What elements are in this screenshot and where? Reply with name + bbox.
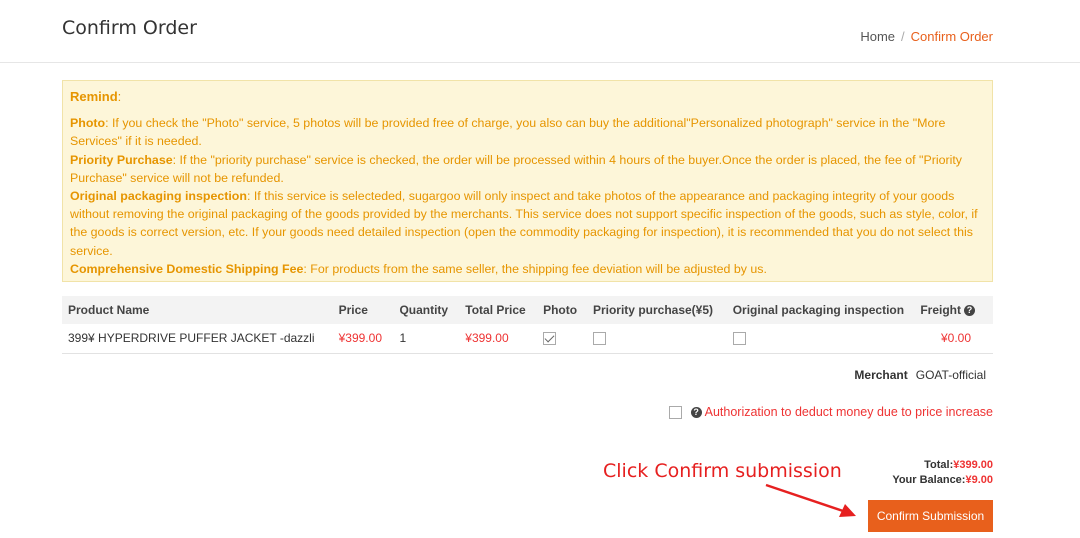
merchant-value: GOAT-official [915, 368, 986, 382]
authorization-checkbox[interactable] [668, 405, 682, 419]
confirm-submission-button[interactable]: Confirm Submission [868, 500, 993, 532]
product-price: ¥399.00 [332, 324, 394, 354]
col-original-packaging: Original packaging inspection [732, 303, 905, 317]
col-total-price: Total Price [465, 303, 526, 317]
table-header-row: Product Name Price Quantity Total Price … [62, 296, 993, 324]
col-price: Price [338, 303, 368, 317]
page-title: Confirm Order [62, 17, 197, 39]
merchant-label: Merchant [854, 368, 908, 382]
red-arrow-icon [765, 483, 856, 517]
col-photo: Photo [543, 303, 578, 317]
remind-title: Remind: [70, 89, 122, 104]
balance-value: ¥9.00 [965, 474, 993, 486]
product-name[interactable]: 399¥ HYPERDRIVE PUFFER JACKET -dazzli [62, 324, 333, 354]
breadcrumb: Home / Confirm Order [860, 29, 993, 44]
photo-checkbox[interactable] [543, 332, 557, 346]
col-product-name: Product Name [68, 303, 150, 317]
original-packaging-checkbox[interactable] [732, 332, 746, 346]
page-header: Confirm Order Home / Confirm Order [0, 0, 1080, 63]
total-line: Total:¥399.00 [924, 459, 993, 471]
question-circle-icon[interactable]: ? [964, 305, 975, 317]
breadcrumb-separator: / [901, 29, 905, 44]
product-table: Product Name Price Quantity Total Price … [62, 296, 993, 354]
annotation-text: Click Confirm submission [603, 460, 842, 482]
priority-checkbox[interactable] [592, 332, 606, 346]
product-total-price: ¥399.00 [459, 324, 538, 354]
authorization-row: ? Authorization to deduct money due to p… [668, 405, 993, 419]
product-quantity: 1 [393, 324, 460, 354]
total-value: ¥399.00 [953, 459, 993, 471]
merchant-info: Merchant GOAT-official [854, 368, 986, 382]
col-quantity: Quantity [399, 303, 449, 317]
product-freight: ¥0.00 [910, 324, 993, 354]
col-freight: Freight? [910, 296, 993, 324]
authorization-label[interactable]: Authorization to deduct money due to pri… [705, 405, 993, 419]
breadcrumb-home-link[interactable]: Home [860, 29, 895, 44]
balance-line: Your Balance:¥9.00 [892, 474, 993, 486]
order-totals: Total:¥399.00 Your Balance:¥9.00 [892, 458, 993, 488]
remind-photo: Photo: If you check the "Photo" service,… [70, 116, 946, 149]
remind-notice: Remind: Photo: If you check the "Photo" … [62, 80, 993, 282]
remind-original: Original packaging inspection: If this s… [70, 189, 978, 258]
remind-shipping: Comprehensive Domestic Shipping Fee: For… [70, 261, 767, 276]
remind-priority: Priority Purchase: If the "priority purc… [70, 152, 963, 185]
table-row: 399¥ HYPERDRIVE PUFFER JACKET -dazzli ¥3… [62, 324, 993, 354]
breadcrumb-current: Confirm Order [910, 29, 993, 44]
question-circle-icon[interactable]: ? [690, 406, 702, 418]
col-priority: Priority purchase(¥5) [592, 303, 714, 317]
